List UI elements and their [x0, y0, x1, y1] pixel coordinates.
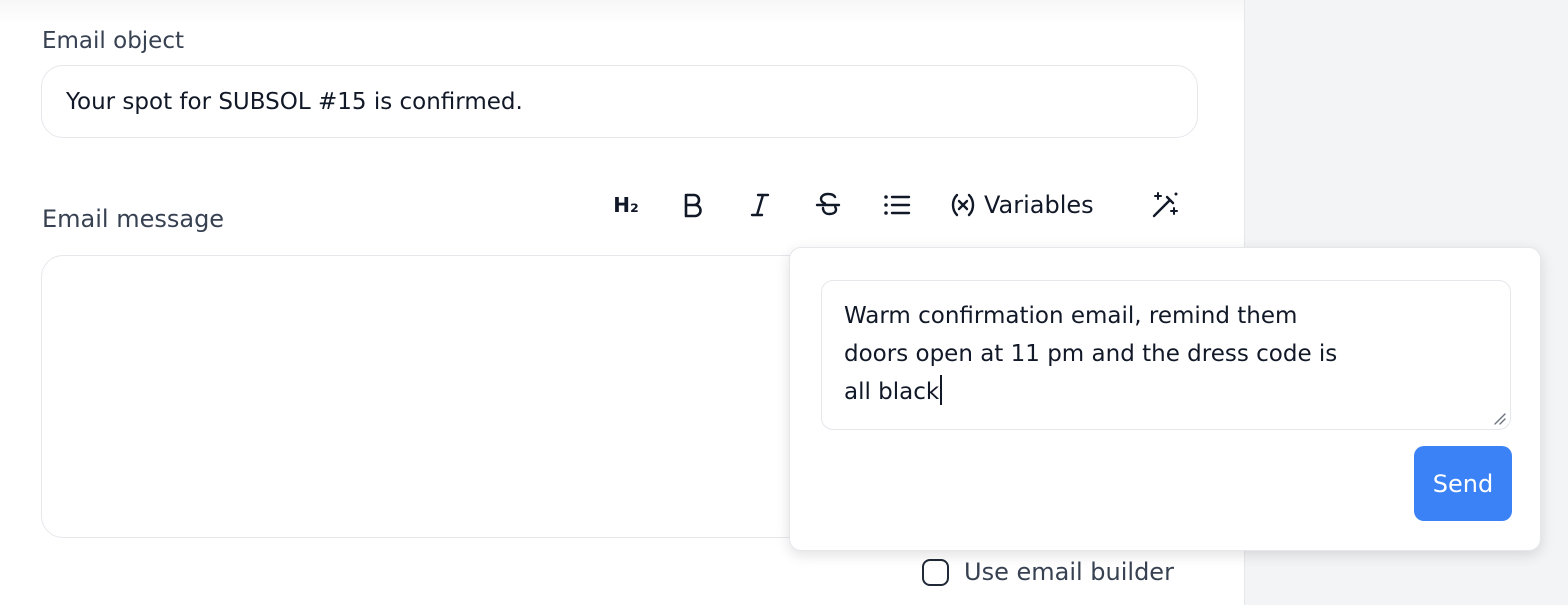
variables-button[interactable]: Variables	[950, 185, 1115, 225]
email-builder-option[interactable]: Use email builder	[922, 556, 1174, 588]
heading-icon: H₂	[613, 193, 639, 217]
prompt-line-3-text: all black	[844, 379, 940, 405]
email-message-label: Email message	[42, 205, 225, 233]
text-caret	[940, 375, 943, 405]
email-object-input[interactable]: Your spot for SUBSOL #15 is confirmed.	[41, 65, 1198, 138]
use-email-builder-label: Use email builder	[964, 558, 1174, 586]
prompt-line-2: doors open at 11 pm and the dress code i…	[844, 341, 1338, 367]
send-button[interactable]: Send	[1414, 446, 1512, 521]
variables-label: Variables	[984, 191, 1094, 219]
ai-magic-button[interactable]	[1148, 185, 1182, 225]
magic-wand-icon	[1152, 192, 1178, 218]
ai-prompt-textarea[interactable]: Warm confirmation email, remind them doo…	[821, 280, 1511, 430]
bullet-list-button[interactable]	[881, 185, 913, 225]
strikethrough-icon	[815, 192, 841, 216]
strikethrough-button[interactable]	[813, 185, 843, 225]
heading-button[interactable]: H₂	[610, 185, 642, 225]
prompt-line-3: all black	[844, 373, 1488, 411]
ai-prompt-popover: Warm confirmation email, remind them doo…	[789, 247, 1541, 551]
list-icon	[884, 195, 911, 215]
email-object-value: Your spot for SUBSOL #15 is confirmed.	[66, 88, 523, 115]
use-email-builder-checkbox[interactable]	[922, 558, 949, 586]
bold-button[interactable]	[678, 185, 708, 225]
prompt-line-1: Warm confirmation email, remind them	[844, 303, 1298, 329]
email-object-label: Email object	[42, 28, 184, 54]
variables-icon	[951, 193, 975, 217]
italic-icon	[750, 193, 770, 217]
bold-icon	[684, 193, 702, 218]
italic-button[interactable]	[745, 185, 775, 225]
resize-handle-icon[interactable]	[1492, 411, 1506, 425]
